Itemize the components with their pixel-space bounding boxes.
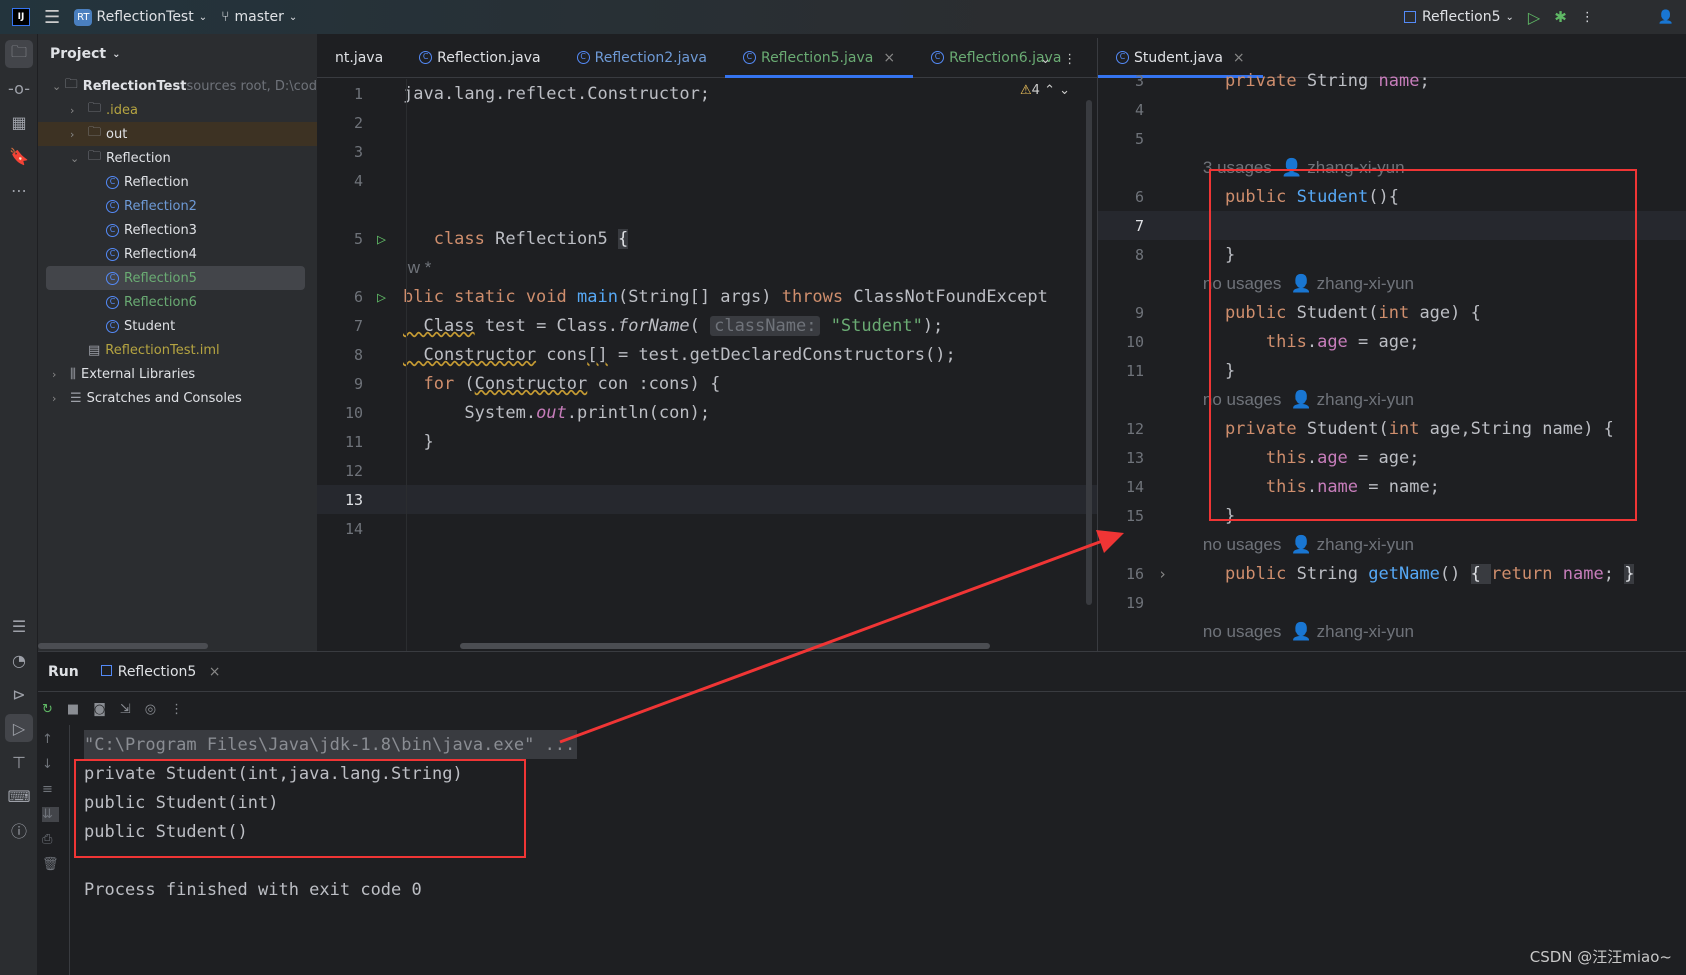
watermark: CSDN @汪汪miao~ [1529, 948, 1672, 966]
annotation-arrow [559, 530, 1124, 744]
